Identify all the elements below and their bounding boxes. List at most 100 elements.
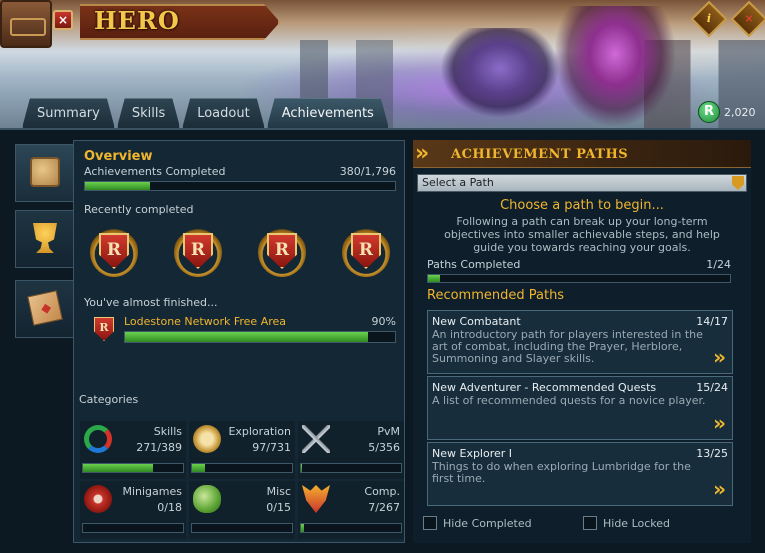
recent-achievement-badge[interactable]: R (174, 227, 222, 277)
path-name: New Explorer I (432, 447, 513, 460)
runecoins-display[interactable]: R 2,020 (698, 101, 756, 123)
path-card-new-adventurer[interactable]: New Adventurer - Recommended Quests 15/2… (427, 376, 733, 440)
category-exploration[interactable]: Exploration 97/731 (189, 421, 295, 479)
hide-locked-checkbox[interactable]: Hide Locked (583, 516, 670, 530)
path-count: 15/24 (696, 381, 728, 394)
category-value: 0/15 (266, 501, 291, 514)
paths-completed-progress-fill (428, 275, 441, 282)
category-progress-bar (191, 463, 293, 473)
trophy-icon (33, 223, 57, 253)
double-chevron-icon: » (415, 141, 430, 166)
chevron-down-icon (732, 176, 744, 190)
category-value: 271/389 (136, 441, 182, 454)
achievements-completed-count: 380/1,796 (339, 165, 396, 178)
hide-completed-checkbox[interactable]: Hide Completed (423, 516, 532, 530)
category-name: PvM (377, 425, 400, 438)
tab-loadout[interactable]: Loadout (182, 98, 264, 128)
skills-ring-icon (84, 425, 112, 453)
recent-achievement-badge[interactable]: R (90, 227, 138, 277)
category-value: 0/18 (157, 501, 182, 514)
path-name: New Adventurer - Recommended Quests (432, 381, 657, 394)
hide-completed-label: Hide Completed (443, 516, 532, 530)
category-progress-fill (301, 524, 304, 532)
open-path-arrow-icon[interactable]: » (713, 345, 726, 369)
close-button[interactable]: × (53, 10, 73, 30)
path-description: A list of recommended quests for a novic… (432, 394, 706, 407)
tab-achievements[interactable]: Achievements (267, 98, 389, 128)
category-name: Skills (153, 425, 182, 438)
category-name: Minigames (122, 485, 182, 498)
almost-finished-name: Lodestone Network Free Area (124, 315, 287, 328)
compass-icon (193, 425, 221, 453)
path-count: 13/25 (696, 447, 728, 460)
category-misc[interactable]: Misc 0/15 (189, 481, 295, 539)
path-description: An introductory path for players interes… (432, 328, 703, 365)
path-select-dropdown[interactable]: Select a Path (417, 174, 747, 192)
category-value: 5/356 (368, 441, 400, 454)
cabbage-icon (193, 485, 221, 513)
achievements-frame: Overview Achievements Completed 380/1,79… (0, 128, 765, 553)
categories-label: Categories (79, 393, 139, 406)
runecoins-count: 2,020 (724, 105, 756, 119)
category-value: 7/267 (368, 501, 400, 514)
overview-panel: Overview Achievements Completed 380/1,79… (73, 140, 405, 543)
recommended-paths-title: Recommended Paths (427, 288, 565, 303)
path-card-new-combatant[interactable]: New Combatant 14/17 An introductory path… (427, 310, 733, 374)
category-value: 97/731 (252, 441, 291, 454)
side-tab-map[interactable] (15, 280, 73, 338)
close-icon: × (744, 12, 754, 25)
category-comp[interactable]: Comp. 7/267 (298, 481, 404, 539)
minigames-icon (84, 485, 112, 513)
info-icon: i (706, 12, 712, 25)
open-path-arrow-icon[interactable]: » (713, 477, 726, 501)
path-description: Things to do when exploring Lumbridge fo… (432, 460, 691, 485)
scroll-icon (30, 157, 60, 187)
category-progress-fill (192, 464, 205, 472)
achievements-completed-label: Achievements Completed (84, 165, 226, 178)
category-progress-fill (301, 464, 303, 472)
paths-completed-progress-bar (427, 274, 731, 283)
tab-bar: Summary Skills Loadout Achievements (22, 98, 391, 128)
category-pvm[interactable]: PvM 5/356 (298, 421, 404, 479)
shield-icon: R (94, 317, 114, 341)
almost-finished-progress-fill (125, 332, 368, 342)
map-icon (27, 290, 63, 326)
path-count: 14/17 (696, 315, 728, 328)
path-select-value: Select a Path (422, 176, 494, 189)
category-skills[interactable]: Skills 271/389 (80, 421, 186, 479)
paths-completed-count: 1/24 (706, 258, 731, 271)
almost-finished-progress-bar (124, 331, 396, 343)
choose-path-description: Following a path can break up your long-… (444, 215, 720, 254)
tab-skills[interactable]: Skills (117, 98, 180, 128)
recent-achievement-badge[interactable]: R (258, 227, 306, 277)
category-name: Exploration (228, 425, 291, 438)
category-progress-fill (83, 464, 153, 472)
almost-finished-badge: R (88, 313, 120, 347)
recent-achievement-badge[interactable]: R (342, 227, 390, 277)
almost-finished-percent: 90% (371, 315, 396, 328)
category-progress-bar (82, 523, 184, 533)
checkbox-box[interactable] (583, 516, 597, 530)
open-path-arrow-icon[interactable]: » (713, 411, 726, 435)
tab-summary[interactable]: Summary (22, 98, 115, 128)
crossed-swords-icon (302, 425, 330, 453)
completionist-cape-icon (302, 485, 330, 513)
category-progress-bar (300, 523, 402, 533)
checkbox-box[interactable] (423, 516, 437, 530)
banner-mage-figure (555, 6, 675, 126)
category-progress-bar (82, 463, 184, 473)
achievement-paths-panel: » ACHIEVEMENT PATHS Select a Path Choose… (413, 140, 751, 543)
achievement-paths-title: ACHIEVEMENT PATHS (451, 147, 629, 162)
hero-chest-icon (0, 0, 52, 48)
almost-finished-item[interactable]: R Lodestone Network Free Area 90% (88, 313, 396, 347)
category-name: Misc (266, 485, 291, 498)
category-progress-bar (191, 523, 293, 533)
achievements-progress-fill (85, 182, 151, 190)
side-tab-overview[interactable] (15, 144, 73, 202)
category-name: Comp. (364, 485, 400, 498)
category-minigames[interactable]: Minigames 0/18 (80, 481, 186, 539)
side-tab-trophies[interactable] (15, 210, 73, 268)
path-card-new-explorer[interactable]: New Explorer I 13/25 Things to do when e… (427, 442, 733, 506)
almost-finished-label: You've almost finished... (84, 296, 218, 309)
window-title: HERO (94, 6, 180, 35)
